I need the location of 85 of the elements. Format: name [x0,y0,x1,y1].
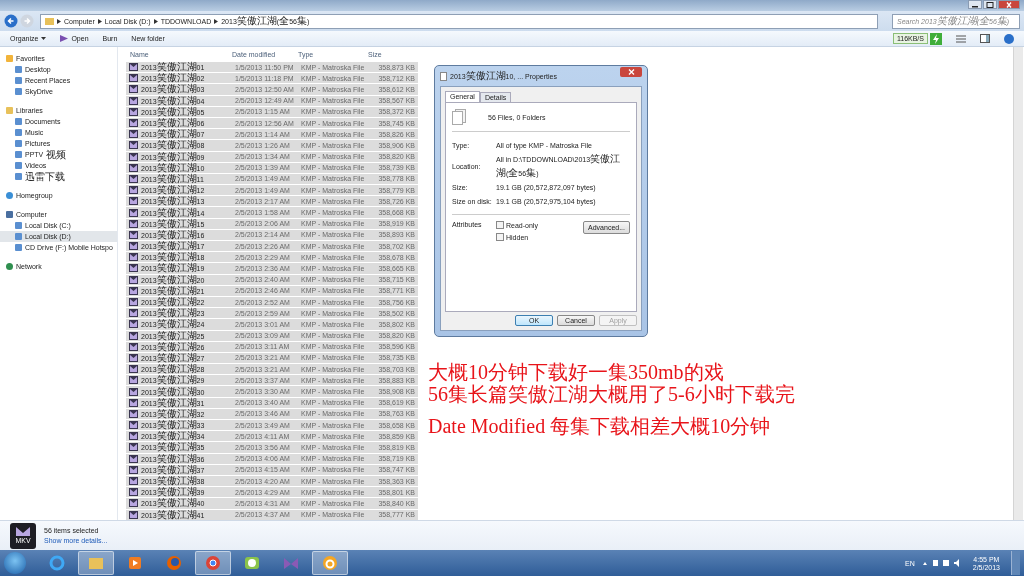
tray-icons[interactable] [921,559,962,567]
taskbar-app-button[interactable] [195,551,231,575]
app-icon [244,555,260,571]
maximize-button[interactable] [983,0,997,9]
minimize-button[interactable] [968,0,982,9]
video-file-icon [129,331,138,340]
play-icon [60,35,69,42]
video-file-icon [129,465,138,474]
app-icon [322,555,338,571]
video-file-icon [129,253,138,262]
preview-pane-icon[interactable] [980,34,990,43]
mkv-logo-icon [16,527,30,536]
folder-icon [45,17,54,25]
close-button[interactable] [998,0,1020,9]
show-desktop-button[interactable] [1011,551,1020,575]
video-file-icon [129,74,138,83]
app-icon [166,555,182,571]
chevron-icon [214,18,219,24]
video-file-icon [129,510,138,519]
video-file-icon [129,174,138,183]
video-file-icon [129,96,138,105]
video-file-icon [129,119,138,128]
video-file-icon [129,141,138,150]
scrollbar[interactable] [1013,47,1023,520]
caret-icon [41,37,47,40]
maximize-icon [986,1,994,8]
video-file-icon [129,152,138,161]
video-file-icon [129,186,138,195]
video-file-icon [129,387,138,396]
video-file-icon [129,365,138,374]
video-file-icon [129,275,138,284]
video-file-icon [129,320,138,329]
sidebar-icon [6,192,13,199]
annotation-text: 大概10分钟下载好一集350mb的戏 [428,361,725,383]
documents-icon [452,109,466,125]
video-file-icon [129,353,138,362]
lightning-button[interactable] [930,32,942,45]
video-file-icon [129,398,138,407]
video-file-icon [129,107,138,116]
video-file-icon [129,298,138,307]
close-icon [1005,1,1013,8]
back-button[interactable] [4,14,18,28]
app-icon [127,555,143,571]
chevron-icon [153,18,158,24]
start-button[interactable] [4,552,26,574]
video-file-icon [129,208,138,217]
video-file-icon [129,264,138,273]
video-file-icon [129,443,138,452]
view-options-icon[interactable] [956,34,966,43]
video-file-icon [129,376,138,385]
annotation-text: Date Modified 每集下载相差大概10分钟 [428,415,772,437]
video-file-icon [129,130,138,139]
video-file-icon [129,63,138,72]
annotation-text: 56集长篇笑傲江湖大概用了5-6小时下载完 [428,383,796,405]
video-file-icon [129,85,138,94]
video-file-icon [129,219,138,228]
taskbar-app-button[interactable] [312,551,348,575]
checkbox[interactable] [496,233,504,241]
sidebar-item[interactable]: 迅雷下载 [6,171,117,182]
document-icon [440,71,447,81]
close-icon [627,69,635,75]
video-file-icon [129,163,138,172]
app-icon [205,555,221,571]
video-file-icon [129,477,138,486]
app-icon [283,555,299,571]
video-file-icon [129,286,138,295]
app-icon [88,555,104,571]
video-file-icon [129,421,138,430]
video-file-icon [129,242,138,251]
lightning-icon [932,33,940,44]
video-file-icon [129,432,138,441]
video-file-icon [129,230,138,239]
video-file-icon [129,342,138,351]
chevron-icon [57,18,61,24]
video-file-icon [129,197,138,206]
close-button[interactable] [620,67,642,77]
checkbox[interactable] [496,221,504,229]
video-file-icon [129,499,138,508]
app-icon [49,555,65,571]
video-file-icon [129,409,138,418]
sidebar-icon [6,263,13,270]
chevron-icon [97,18,102,24]
video-file-icon [129,309,138,318]
video-file-icon [129,488,138,497]
video-file-icon [129,454,138,463]
